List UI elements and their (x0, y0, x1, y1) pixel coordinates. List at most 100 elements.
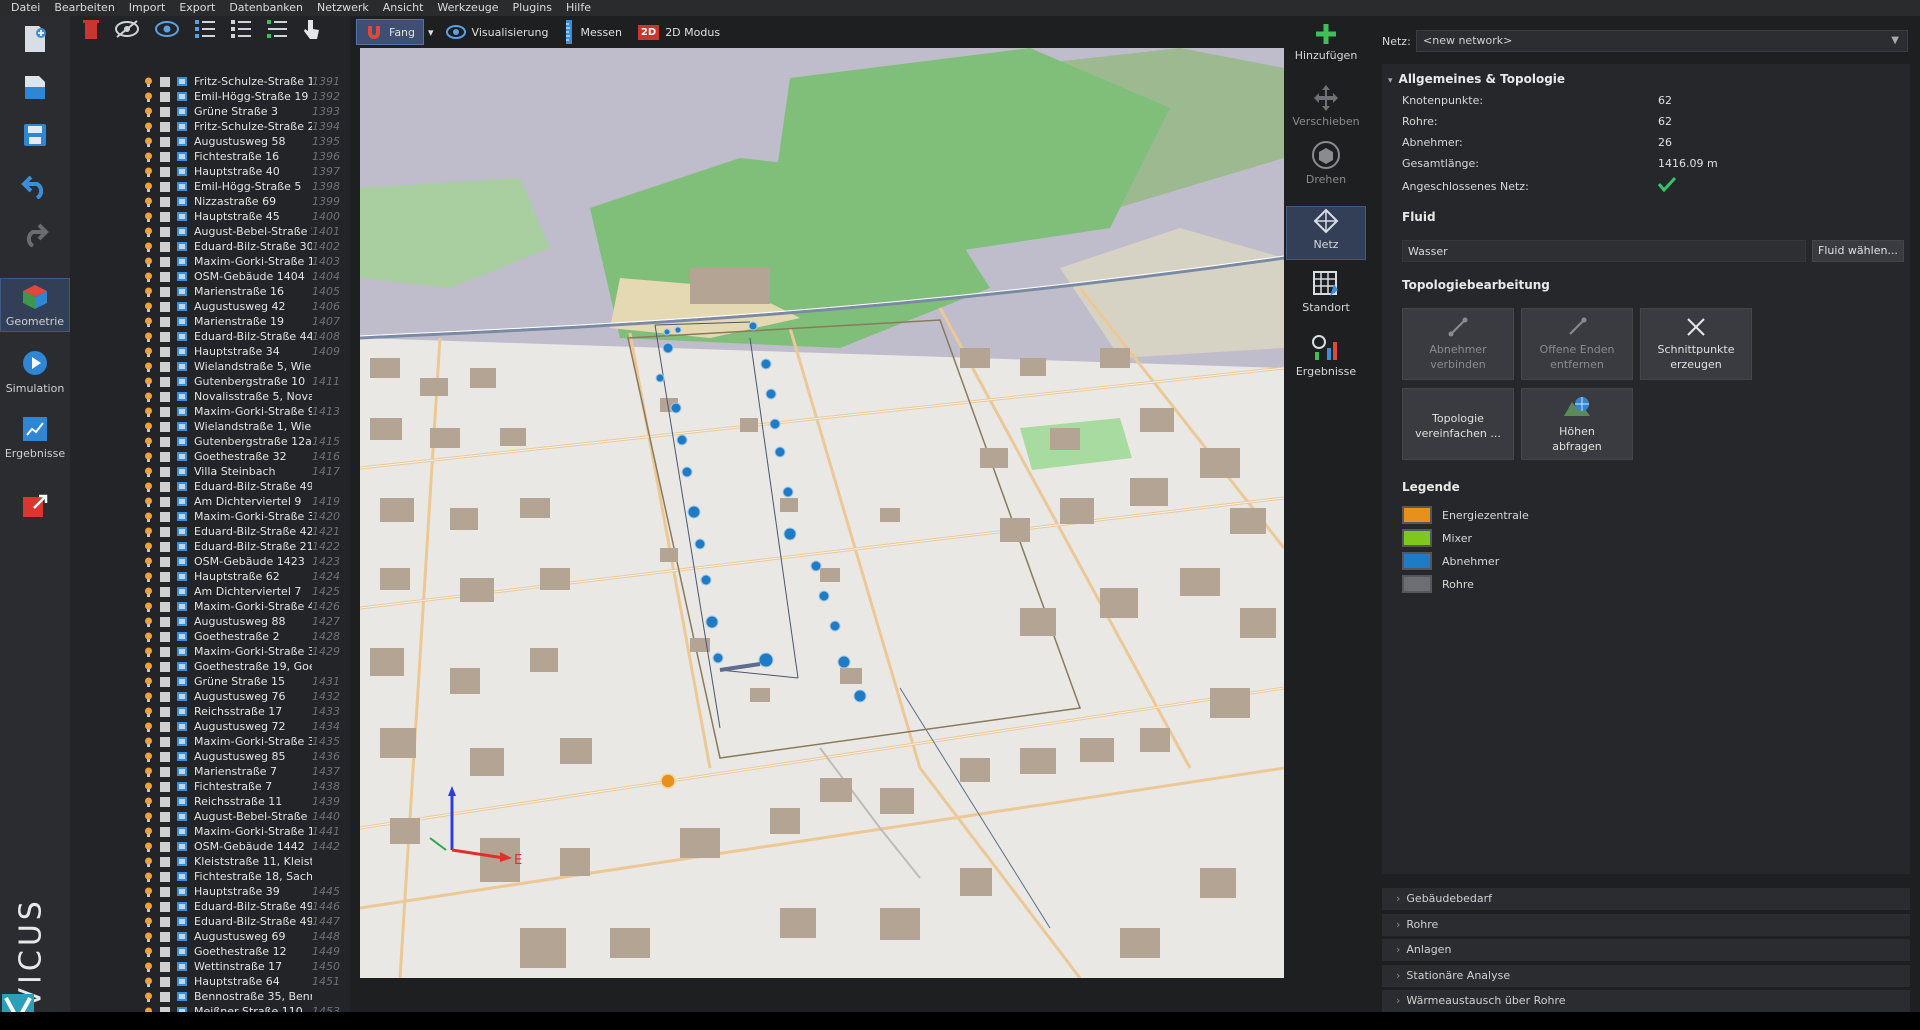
tree-row[interactable]: Fritz-Schulze-Straße 20 1394 (144, 119, 340, 134)
tree-row[interactable]: Fichtestraße 16 1396 (144, 149, 340, 164)
bulb-icon[interactable] (144, 617, 153, 627)
tree-row[interactable]: Wettinstraße 17 1450 (144, 959, 340, 974)
menu-item[interactable]: Datei (4, 0, 47, 16)
bulb-icon[interactable] (144, 227, 153, 237)
tree-row[interactable]: OSM-Gebäude 1404 1404 (144, 269, 340, 284)
visibility-checkbox[interactable] (160, 961, 170, 972)
delete-icon[interactable] (82, 18, 100, 40)
bulb-icon[interactable] (144, 527, 153, 537)
menu-item[interactable]: Bearbeiten (47, 0, 121, 16)
tree-row[interactable]: Maxim-Gorki-Straße 47 1426 (144, 599, 340, 614)
visibility-checkbox[interactable] (160, 301, 170, 312)
bulb-icon[interactable] (144, 272, 153, 282)
tree-row[interactable]: Goethestraße 12 1449 (144, 944, 340, 959)
bulb-icon[interactable] (144, 287, 153, 297)
tree-row[interactable]: Fichtestraße 7 1438 (144, 779, 340, 794)
bulb-icon[interactable] (144, 662, 153, 672)
tree-row[interactable]: Hauptstraße 64 1451 (144, 974, 340, 989)
bulb-icon[interactable] (144, 917, 153, 927)
tree-row[interactable]: Grüne Straße 3 1393 (144, 104, 340, 119)
visibility-checkbox[interactable] (160, 736, 170, 747)
visibility-checkbox[interactable] (160, 526, 170, 537)
tree-row[interactable]: Nizzastraße 69 1399 (144, 194, 340, 209)
visibility-checkbox[interactable] (160, 616, 170, 627)
bulb-icon[interactable] (144, 602, 153, 612)
visibility-checkbox[interactable] (160, 976, 170, 987)
visibility-checkbox[interactable] (160, 496, 170, 507)
menu-item[interactable]: Werkzeuge (430, 0, 505, 16)
bulb-icon[interactable] (144, 992, 153, 1002)
visibility-checkbox[interactable] (160, 871, 170, 882)
bulb-icon[interactable] (144, 107, 153, 117)
measure-tool[interactable]: Messen (556, 19, 629, 45)
show-eye-icon[interactable] (154, 19, 180, 39)
bulb-icon[interactable] (144, 437, 153, 447)
visibility-checkbox[interactable] (160, 766, 170, 777)
tree-row[interactable]: OSM-Gebäude 1423 1423 (144, 554, 340, 569)
visibility-checkbox[interactable] (160, 661, 170, 672)
bulb-icon[interactable] (144, 632, 153, 642)
menu-item[interactable]: Netzwerk (310, 0, 376, 16)
menu-item[interactable]: Export (172, 0, 222, 16)
visibility-checkbox[interactable] (160, 631, 170, 642)
tree-row[interactable]: Wielandstraße 1, Wielandstraß (144, 419, 340, 434)
bulb-icon[interactable] (144, 167, 153, 177)
select-all-icon[interactable] (194, 19, 216, 39)
bulb-icon[interactable] (144, 317, 153, 327)
accordion-section[interactable]: › Gebäudebedarf (1382, 888, 1910, 910)
visibility-checkbox[interactable] (160, 271, 170, 282)
bulb-icon[interactable] (144, 377, 153, 387)
open-file-button[interactable] (0, 68, 70, 106)
visibility-checkbox[interactable] (160, 781, 170, 792)
visibility-checkbox[interactable] (160, 511, 170, 522)
bulb-icon[interactable] (144, 482, 153, 492)
tree-row[interactable]: Marienstraße 7 1437 (144, 764, 340, 779)
accordion-section[interactable]: › Stationäre Analyse (1382, 964, 1910, 987)
tree-row[interactable]: Wielandstraße 5, Wielandstraß (144, 359, 340, 374)
tree-row[interactable]: Eduard-Bilz-Straße 49b 1446 (144, 899, 340, 914)
bulb-icon[interactable] (144, 137, 153, 147)
visibility-checkbox[interactable] (160, 151, 170, 162)
bulb-icon[interactable] (144, 722, 153, 732)
save-button[interactable] (0, 116, 70, 154)
invert-selection-icon[interactable] (266, 19, 288, 39)
bulb-icon[interactable] (144, 332, 153, 342)
add-button[interactable]: Hinzufügen (1286, 22, 1366, 74)
bulb-icon[interactable] (144, 122, 153, 132)
bulb-icon[interactable] (144, 902, 153, 912)
visibility-checkbox[interactable] (160, 901, 170, 912)
energy-center-node[interactable] (660, 773, 676, 789)
bulb-icon[interactable] (144, 182, 153, 192)
snap-options-dropdown[interactable]: ▾ (424, 19, 438, 45)
new-file-button[interactable] (0, 20, 70, 58)
location-button[interactable]: Standort (1286, 270, 1366, 324)
tree-row[interactable]: Augustusweg 69 1448 (144, 929, 340, 944)
mode-2d-toggle[interactable]: 2D 2D Modus (630, 19, 728, 45)
bulb-icon[interactable] (144, 827, 153, 837)
bulb-icon[interactable] (144, 467, 153, 477)
visibility-checkbox[interactable] (160, 466, 170, 477)
tree-row[interactable]: Maxim-Gorki-Straße 33A1429 (144, 644, 340, 659)
pointer-hand-icon[interactable] (302, 18, 320, 40)
visibility-checkbox[interactable] (160, 121, 170, 132)
visibility-checkbox[interactable] (160, 91, 170, 102)
tree-row[interactable]: Am Dichterviertel 7 1425 (144, 584, 340, 599)
visibility-checkbox[interactable] (160, 916, 170, 927)
export-button[interactable] (0, 486, 70, 526)
bulb-icon[interactable] (144, 452, 153, 462)
bulb-icon[interactable] (144, 572, 153, 582)
visibility-checkbox[interactable] (160, 76, 170, 87)
bulb-icon[interactable] (144, 407, 153, 417)
bulb-icon[interactable] (144, 707, 153, 717)
bulb-icon[interactable] (144, 392, 153, 402)
bulb-icon[interactable] (144, 692, 153, 702)
visualization-toggle[interactable]: Visualisierung (438, 19, 557, 45)
bulb-icon[interactable] (144, 257, 153, 267)
visibility-checkbox[interactable] (160, 691, 170, 702)
visibility-checkbox[interactable] (160, 391, 170, 402)
create-intersections-button[interactable]: Schnittpunkte erzeugen (1640, 308, 1752, 380)
tree-row[interactable]: Eduard-Bilz-Straße 49a 1447 (144, 914, 340, 929)
tree-row[interactable]: Eduard-Bilz-Straße 42 1421 (144, 524, 340, 539)
visibility-checkbox[interactable] (160, 256, 170, 267)
tree-row[interactable]: Augustusweg 72 1434 (144, 719, 340, 734)
